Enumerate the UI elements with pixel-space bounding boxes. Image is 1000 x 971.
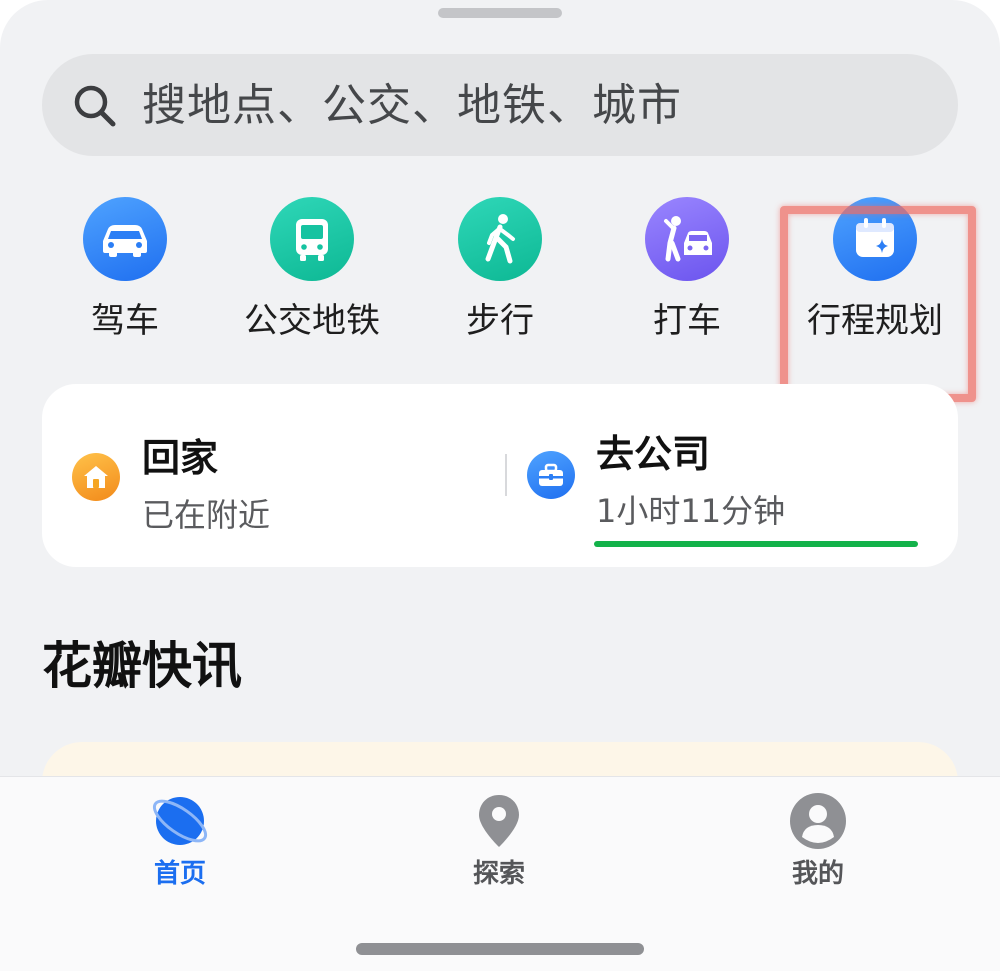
section-title-news: 花瓣快讯 — [42, 637, 242, 695]
tab-label-home: 首页 — [153, 859, 206, 889]
taxi-icon — [645, 197, 729, 281]
tab-label-profile: 我的 — [791, 859, 844, 889]
search-icon — [74, 85, 116, 127]
briefcase-icon — [527, 451, 575, 499]
tab-home[interactable]: 首页 — [110, 791, 250, 891]
home-icon — [72, 453, 120, 501]
person-icon — [790, 793, 846, 849]
action-taxi[interactable]: 打车 — [602, 197, 772, 347]
bottom-tab-bar: 首页 探索 我的 — [0, 776, 1000, 971]
location-pin-icon — [479, 795, 519, 847]
action-drive[interactable]: 驾车 — [40, 197, 210, 347]
action-walk[interactable]: 步行 — [415, 197, 585, 347]
bus-icon — [270, 197, 354, 281]
action-label-drive: 驾车 — [91, 301, 159, 341]
home-indicator — [356, 943, 644, 955]
map-home-sheet: 搜地点、公交、地铁、城市 驾车 公交地铁 步行 打车 行程规划 回家 已在附近 … — [0, 0, 1000, 971]
highlight-annotation-box — [780, 206, 976, 402]
sheet-drag-handle[interactable] — [438, 8, 562, 18]
tab-explore[interactable]: 探索 — [429, 791, 569, 891]
shortcut-home-subtitle: 已在附近 — [142, 496, 271, 534]
shortcut-work-eta: 1小时11分钟 — [596, 492, 786, 530]
action-label-taxi: 打车 — [653, 301, 721, 341]
tab-profile[interactable]: 我的 — [748, 791, 888, 891]
shortcut-divider — [505, 454, 507, 496]
globe-icon — [152, 797, 208, 845]
action-transit[interactable]: 公交地铁 — [227, 197, 397, 347]
tab-label-explore: 探索 — [472, 859, 525, 889]
traffic-status-bar — [594, 541, 918, 547]
walk-icon — [458, 197, 542, 281]
action-label-walk: 步行 — [466, 301, 534, 341]
shortcut-home-title[interactable]: 回家 — [142, 434, 218, 482]
shortcut-work-title[interactable]: 去公司 — [596, 430, 710, 478]
action-label-transit: 公交地铁 — [244, 301, 380, 341]
car-icon — [83, 197, 167, 281]
search-placeholder[interactable]: 搜地点、公交、地铁、城市 — [142, 78, 682, 134]
